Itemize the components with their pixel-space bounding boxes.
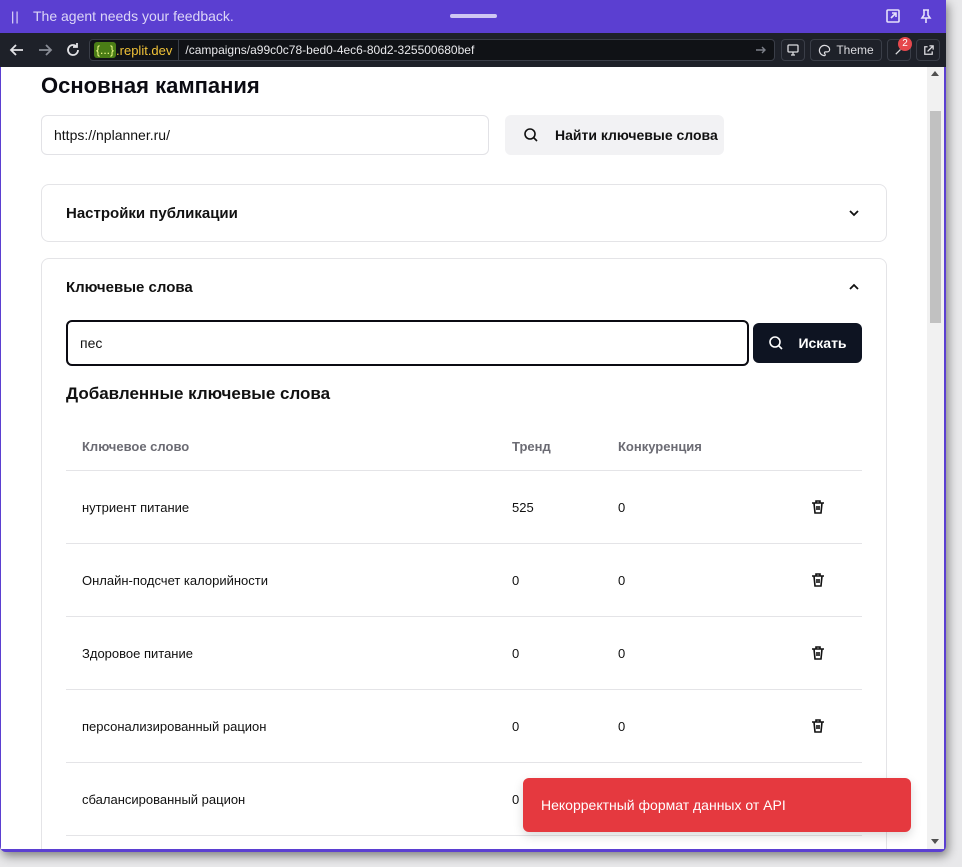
trend-cell: 0 xyxy=(512,792,520,807)
monitor-icon xyxy=(787,44,799,56)
keywords-title: Ключевые слова xyxy=(66,279,193,296)
chevron-down-icon[interactable] xyxy=(848,207,860,219)
page-title: Основная кампания xyxy=(41,73,260,98)
competition-cell: 0 xyxy=(618,500,626,515)
keyword-cell: Онлайн-подсчет калорийности xyxy=(82,573,268,588)
trash-icon[interactable] xyxy=(809,571,827,589)
forward-arrow-icon[interactable] xyxy=(36,41,54,59)
keywords-table: Ключевое слово Тренд Конкуренция нутриен… xyxy=(66,424,862,836)
trash-icon[interactable] xyxy=(809,498,827,516)
drag-handle[interactable] xyxy=(450,14,497,18)
table-row: персонализированный рацион 0 0 xyxy=(66,690,862,763)
search-button[interactable]: Искать xyxy=(753,323,862,363)
pin-icon[interactable] xyxy=(917,7,935,25)
trend-cell: 525 xyxy=(512,500,534,515)
open-new-tab-button[interactable] xyxy=(916,39,940,61)
publication-settings-title: Настройки публикации xyxy=(66,205,238,222)
table-row: нутриент питание 525 0 xyxy=(66,471,862,544)
keyword-cell: нутриент питание xyxy=(82,500,190,515)
competition-cell: 0 xyxy=(618,719,626,734)
search-button-label: Искать xyxy=(798,335,847,351)
scroll-down-arrow-icon[interactable] xyxy=(931,839,939,844)
column-trend: Тренд xyxy=(512,439,551,454)
url-domain: .replit.dev xyxy=(116,42,173,58)
scroll-up-arrow-icon[interactable] xyxy=(931,71,939,76)
added-keywords-title: Добавленные ключевые слова xyxy=(66,384,331,403)
reload-icon[interactable] xyxy=(64,41,82,59)
competition-cell: 0 xyxy=(618,573,626,588)
url-host: {...} .replit.dev xyxy=(90,40,180,60)
column-keyword: Ключевое слово xyxy=(82,439,190,454)
trend-cell: 0 xyxy=(512,573,520,588)
theme-button[interactable]: Theme xyxy=(810,39,882,61)
publication-settings-card[interactable]: Настройки публикации xyxy=(41,184,887,242)
pause-icon[interactable]: || xyxy=(11,9,20,24)
keyword-cell: сбалансированный рацион xyxy=(82,792,246,807)
theme-label: Theme xyxy=(836,43,874,57)
expand-icon[interactable] xyxy=(884,7,902,25)
trash-icon[interactable] xyxy=(809,644,827,662)
go-arrow-icon[interactable] xyxy=(754,43,768,57)
table-header: Ключевое слово Тренд Конкуренция xyxy=(66,424,862,471)
palette-icon xyxy=(819,44,831,56)
trend-cell: 0 xyxy=(512,646,520,661)
url-tag: {...} xyxy=(94,42,117,58)
site-url-input[interactable] xyxy=(41,115,489,155)
scrollbar-thumb[interactable] xyxy=(930,111,941,323)
keyword-cell: персонализированный рацион xyxy=(82,719,267,734)
page-scrollbar[interactable] xyxy=(927,67,944,849)
chevron-up-icon[interactable] xyxy=(848,281,860,293)
back-arrow-icon[interactable] xyxy=(8,41,26,59)
agent-feedback-bar: || The agent needs your feedback. xyxy=(0,0,946,33)
find-keywords-button[interactable]: Найти ключевые слова xyxy=(505,115,724,155)
keywords-card: Ключевые слова Искать Добавленные ключев… xyxy=(41,258,887,849)
agent-feedback-message: The agent needs your feedback. xyxy=(33,8,234,24)
find-keywords-label: Найти ключевые слова xyxy=(555,127,718,143)
app-window: || The agent needs your feedback. {...} … xyxy=(0,0,946,852)
trash-icon[interactable] xyxy=(809,717,827,735)
error-toast[interactable]: Некорректный формат данных от API xyxy=(523,778,911,832)
address-bar[interactable]: {...} .replit.dev /campaigns/a99c0c78-be… xyxy=(89,39,775,61)
competition-cell: 0 xyxy=(618,646,626,661)
device-preview-button[interactable] xyxy=(781,39,805,61)
toast-message: Некорректный формат данных от API xyxy=(541,797,786,813)
external-link-icon xyxy=(923,44,934,55)
notification-badge: 2 xyxy=(898,37,912,51)
trend-cell: 0 xyxy=(512,719,520,734)
browser-toolbar: {...} .replit.dev /campaigns/a99c0c78-be… xyxy=(0,33,946,67)
search-icon xyxy=(769,336,784,350)
keyword-cell: Здоровое питание xyxy=(82,646,193,661)
keyword-search-input[interactable] xyxy=(66,320,749,366)
page-viewport: Основная кампания Найти ключевые слова Н… xyxy=(1,67,944,849)
column-competition: Конкуренция xyxy=(618,439,702,454)
search-icon xyxy=(524,128,538,142)
url-path: /campaigns/a99c0c78-bed0-4ec6-80d2-32550… xyxy=(185,43,475,57)
table-row: Онлайн-подсчет калорийности 0 0 xyxy=(66,544,862,617)
table-row: Здоровое питание 0 0 xyxy=(66,617,862,690)
